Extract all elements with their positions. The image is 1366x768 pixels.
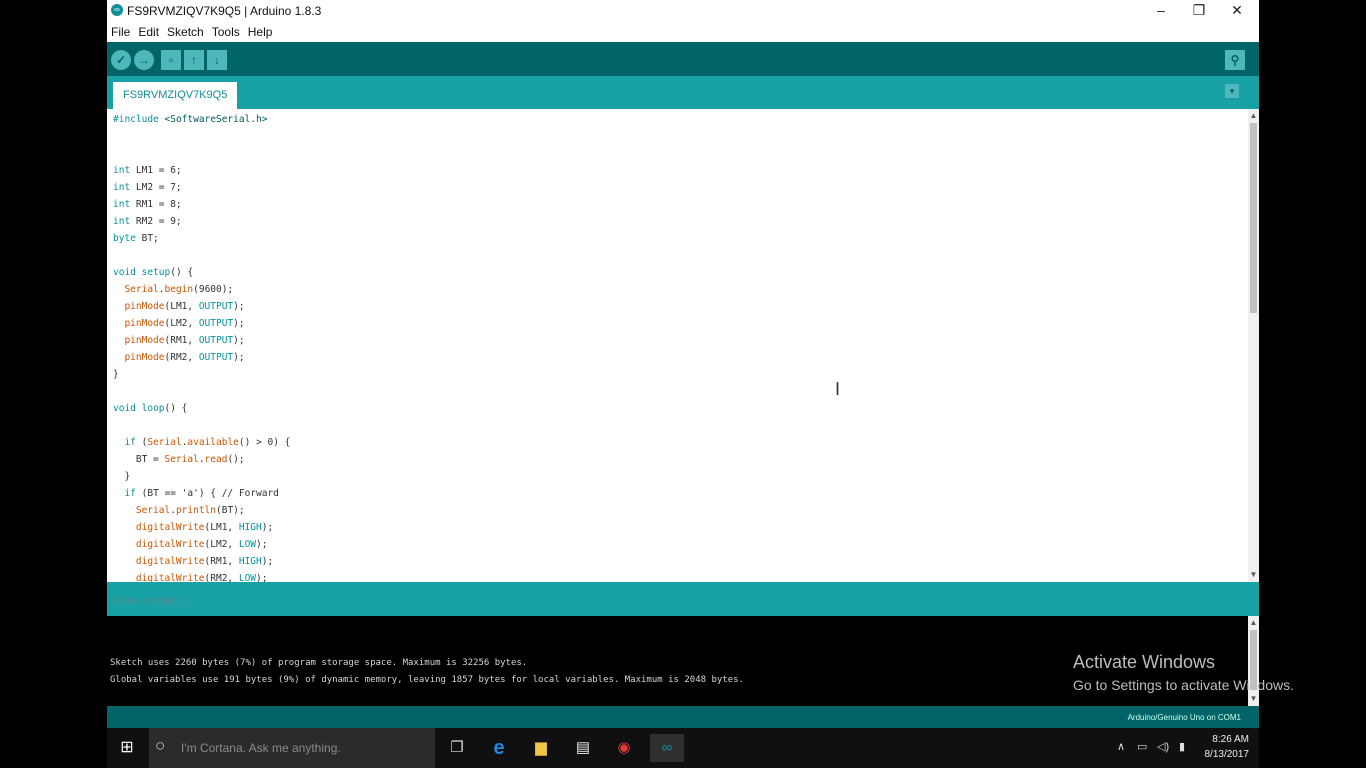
open-button[interactable]: ↑ — [184, 50, 204, 70]
network-icon[interactable]: ▭ — [1137, 740, 1147, 753]
menu-help[interactable]: Help — [244, 22, 277, 39]
save-arrow-icon: ↓ — [214, 53, 220, 67]
scroll-down-icon[interactable]: ▼ — [1248, 694, 1259, 703]
arduino-logo-icon: ∞ — [111, 4, 123, 16]
console-line: Global variables use 191 bytes (9%) of d… — [110, 675, 744, 685]
file-explorer-icon[interactable]: ▆ — [527, 734, 555, 762]
chrome-browser-icon[interactable]: ◉ — [610, 734, 638, 762]
window-title: FS9RVMZIQV7K9Q5 | Arduino 1.8.3 — [127, 4, 322, 18]
text-cursor-icon: I — [835, 379, 841, 399]
show-hidden-icons-icon[interactable]: ∧ — [1117, 740, 1125, 753]
tab-menu-button[interactable]: ▾ — [1225, 84, 1239, 98]
maximize-button[interactable]: ❐ — [1181, 0, 1217, 22]
scroll-thumb[interactable] — [1250, 123, 1257, 313]
status-message: Done compiling. — [113, 595, 192, 607]
store-icon[interactable]: ▤ — [569, 734, 597, 762]
cortana-icon: ○ — [155, 736, 166, 755]
menu-tools[interactable]: Tools — [208, 22, 244, 39]
scroll-up-icon[interactable]: ▲ — [1248, 111, 1259, 120]
serial-monitor-button[interactable]: ⚲ — [1225, 50, 1245, 70]
check-icon: ✓ — [115, 53, 127, 67]
scroll-up-icon[interactable]: ▲ — [1248, 618, 1259, 627]
action-center-icon[interactable]: ▮ — [1179, 740, 1185, 753]
verify-button[interactable]: ✓ — [111, 50, 131, 70]
cortana-search-box[interactable]: ○ I'm Cortana. Ask me anything. — [149, 728, 435, 768]
close-button[interactable]: ✕ — [1219, 0, 1255, 22]
board-info: Arduino/Genuino Uno on COM1 — [1127, 713, 1241, 722]
start-button[interactable]: ⊞ — [107, 728, 147, 768]
toolbar: ✓ → ▫ ↑ ↓ ⚲ — [107, 42, 1259, 76]
task-view-icon[interactable]: ❐ — [443, 734, 471, 762]
upload-button[interactable]: → — [134, 50, 154, 70]
clock-date: 8/13/2017 — [1204, 749, 1250, 760]
save-button[interactable]: ↓ — [207, 50, 227, 70]
title-bar: ∞ FS9RVMZIQV7K9Q5 | Arduino 1.8.3 – ❐ ✕ — [107, 0, 1259, 22]
activate-title: Activate Windows — [1073, 652, 1216, 672]
menu-sketch[interactable]: Sketch — [163, 22, 208, 39]
arduino-taskbar-icon[interactable]: ∞ — [650, 734, 684, 762]
open-arrow-icon: ↑ — [191, 53, 197, 67]
editor-scrollbar[interactable]: ▲ ▼ — [1248, 109, 1259, 582]
right-arrow-icon: → — [138, 53, 150, 67]
volume-icon[interactable]: ◁) — [1157, 740, 1169, 753]
windows-logo-icon: ⊞ — [120, 739, 134, 756]
board-status-bar: Arduino/Genuino Uno on COM1 — [107, 706, 1259, 728]
new-button[interactable]: ▫ — [161, 50, 181, 70]
scroll-down-icon[interactable]: ▼ — [1248, 570, 1259, 579]
arduino-window: ∞ FS9RVMZIQV7K9Q5 | Arduino 1.8.3 – ❐ ✕ … — [107, 0, 1259, 728]
menu-bar: File Edit Sketch Tools Help — [107, 22, 1259, 42]
tab-sketch[interactable]: FS9RVMZIQV7K9Q5 — [113, 82, 238, 109]
magnifier-icon: ⚲ — [1230, 53, 1240, 67]
new-file-icon: ▫ — [168, 53, 174, 67]
minimize-button[interactable]: – — [1143, 0, 1179, 22]
menu-edit[interactable]: Edit — [134, 22, 163, 39]
clock-time: 8:26 AM — [1212, 734, 1249, 745]
status-bar: Done compiling. — [107, 582, 1259, 616]
taskbar: ⊞ ○ I'm Cortana. Ask me anything. ❐ e ▆ … — [107, 728, 1259, 768]
tab-bar: FS9RVMZIQV7K9Q5 ▾ — [107, 76, 1259, 109]
dropdown-icon: ▾ — [1229, 86, 1235, 96]
console-line: Sketch uses 2260 bytes (7%) of program s… — [110, 658, 528, 668]
code-text: #include <SoftwareSerial.h> int LM1 = 6;… — [113, 114, 291, 582]
taskbar-clock[interactable]: 8:26 AM 8/13/2017 — [1205, 732, 1250, 762]
activate-windows-watermark: Activate Windows Go to Settings to activ… — [1073, 652, 1294, 693]
code-editor[interactable]: #include <SoftwareSerial.h> int LM1 = 6;… — [107, 109, 1248, 582]
menu-file[interactable]: File — [107, 22, 134, 39]
search-placeholder: I'm Cortana. Ask me anything. — [181, 741, 341, 755]
activate-subtitle: Go to Settings to activate Windows. — [1073, 677, 1294, 693]
edge-browser-icon[interactable]: e — [485, 734, 513, 762]
